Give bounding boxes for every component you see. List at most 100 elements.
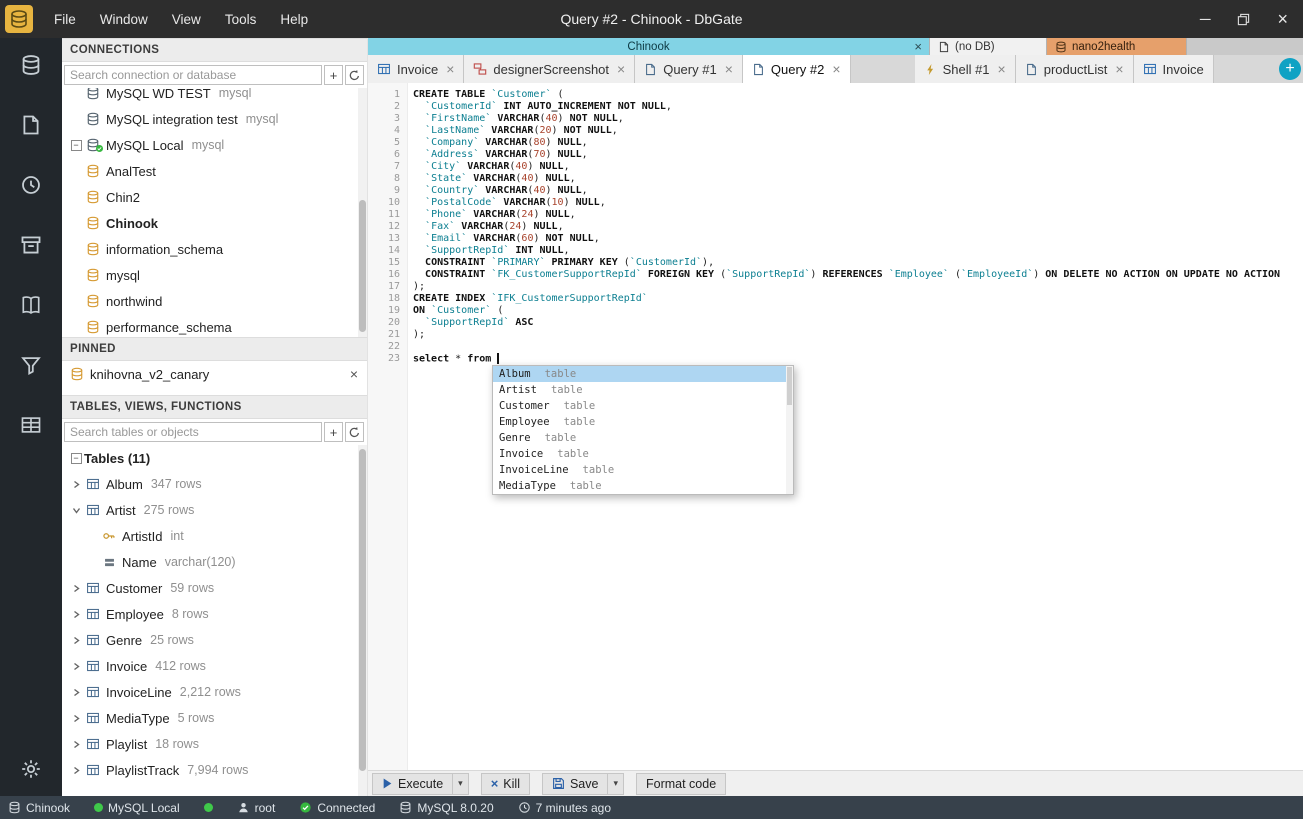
execute-button[interactable]: Execute <box>372 772 454 795</box>
autocomplete-item-invoice[interactable]: Invoice table <box>493 446 786 462</box>
chevron-right-icon[interactable] <box>72 584 81 593</box>
history-icon[interactable] <box>18 172 44 198</box>
tab-productlist[interactable]: productList × <box>1015 55 1134 83</box>
add-table-button[interactable]: + <box>324 422 343 442</box>
connection-northwind[interactable]: northwind <box>62 288 367 314</box>
table-artistid[interactable]: ArtistId int <box>62 523 367 549</box>
format-code-button[interactable]: Format code <box>636 772 727 795</box>
connections-search-input[interactable] <box>64 65 322 85</box>
connection-chinook[interactable]: Chinook <box>62 210 367 236</box>
collapse-icon[interactable]: − <box>70 139 82 151</box>
archive-icon[interactable] <box>18 232 44 258</box>
docs-icon[interactable] <box>18 292 44 318</box>
table-name[interactable]: Name varchar(120) <box>62 549 367 575</box>
tab-query-1[interactable]: Query #1 × <box>635 55 743 83</box>
autocomplete-item-mediatype[interactable]: MediaType table <box>493 478 786 494</box>
tab-designerscreenshot[interactable]: designerScreenshot × <box>464 55 636 83</box>
table-invoice[interactable]: Invoice 412 rows <box>62 653 367 679</box>
refresh-connections-button[interactable] <box>345 65 364 85</box>
close-icon[interactable]: × <box>914 40 922 53</box>
connection-information-schema[interactable]: information_schema <box>62 236 367 262</box>
chevron-right-icon[interactable] <box>72 610 81 619</box>
tab-invoice[interactable]: Invoice × <box>368 55 465 83</box>
kill-button[interactable]: × Kill <box>480 772 530 795</box>
chevron-right-icon[interactable] <box>72 766 81 775</box>
scrollbar-thumb[interactable] <box>359 448 366 772</box>
cells-icon[interactable] <box>18 412 44 438</box>
connections-header[interactable]: CONNECTIONS <box>62 38 367 62</box>
new-tab-button[interactable]: + <box>1279 58 1301 80</box>
autocomplete-item-album[interactable]: Album table <box>493 366 786 382</box>
connections-scrollbar[interactable] <box>358 88 367 337</box>
tab-query-2[interactable]: Query #2 × <box>742 55 851 83</box>
add-connection-button[interactable]: + <box>324 65 343 85</box>
collapse-icon[interactable]: − <box>70 452 82 464</box>
sql-editor[interactable]: 1 2 3 4 5 6 7 8 9 10 11 12 13 14 15 16 17 18 19 20 21 22 23 CR… <box>368 83 1303 770</box>
scrollbar-thumb[interactable] <box>787 367 792 405</box>
table-tables-11[interactable]: − Tables (11) <box>62 445 367 471</box>
menu-view[interactable]: View <box>161 7 212 32</box>
execute-options-button[interactable]: ▾ <box>453 772 469 795</box>
table-invoiceline[interactable]: InvoiceLine 2,212 rows <box>62 679 367 705</box>
menu-tools[interactable]: Tools <box>214 7 268 32</box>
unpin-icon[interactable]: × <box>347 366 361 382</box>
tables-header[interactable]: TABLES, VIEWS, FUNCTIONS <box>62 395 367 419</box>
close-icon[interactable]: × <box>1115 62 1123 76</box>
autocomplete-item-invoiceline[interactable]: InvoiceLine table <box>493 462 786 478</box>
tab-group-no-db[interactable]: (no DB) <box>930 38 1047 55</box>
table-playlisttrack[interactable]: PlaylistTrack 7,994 rows <box>62 757 367 783</box>
table-employee[interactable]: Employee 8 rows <box>62 601 367 627</box>
autocomplete-item-customer[interactable]: Customer table <box>493 398 786 414</box>
minimize-button[interactable]: ─ <box>1200 12 1211 27</box>
autocomplete-item-genre[interactable]: Genre table <box>493 430 786 446</box>
chevron-right-icon[interactable] <box>72 636 81 645</box>
chevron-right-icon[interactable] <box>72 740 81 749</box>
table-mediatype[interactable]: MediaType 5 rows <box>62 705 367 731</box>
scrollbar-thumb[interactable] <box>359 200 366 333</box>
tab-shell-1[interactable]: Shell #1 × <box>914 55 1016 83</box>
autocomplete-item-employee[interactable]: Employee table <box>493 414 786 430</box>
tables-scrollbar[interactable] <box>358 445 367 796</box>
files-icon[interactable] <box>18 112 44 138</box>
tab-invoice[interactable]: Invoice <box>1133 55 1214 83</box>
table-album[interactable]: Album 347 rows <box>62 471 367 497</box>
connection-mysql-local[interactable]: − MySQL Local mysql <box>62 132 367 158</box>
close-icon[interactable]: × <box>446 62 454 76</box>
chevron-right-icon[interactable] <box>72 714 81 723</box>
table-customer[interactable]: Customer 59 rows <box>62 575 367 601</box>
chevron-right-icon[interactable] <box>72 688 81 697</box>
table-artist[interactable]: Artist 275 rows <box>62 497 367 523</box>
table-genre[interactable]: Genre 25 rows <box>62 627 367 653</box>
connection-chin2[interactable]: Chin2 <box>62 184 367 210</box>
refresh-tables-button[interactable] <box>345 422 364 442</box>
save-button[interactable]: Save <box>541 772 609 795</box>
connection-mysql-integration-test[interactable]: MySQL integration test mysql <box>62 106 367 132</box>
connection-performance-schema[interactable]: performance_schema <box>62 314 367 337</box>
autocomplete-scrollbar[interactable] <box>786 366 793 494</box>
filter-icon[interactable] <box>18 352 44 378</box>
tab-group-nano2health[interactable]: nano2health <box>1047 38 1187 55</box>
menu-window[interactable]: Window <box>89 7 159 32</box>
menu-help[interactable]: Help <box>269 7 319 32</box>
chevron-right-icon[interactable] <box>72 662 81 671</box>
menu-file[interactable]: File <box>43 7 87 32</box>
close-icon[interactable]: × <box>998 62 1006 76</box>
database-icon[interactable] <box>18 52 44 78</box>
close-icon[interactable]: × <box>725 62 733 76</box>
close-button[interactable]: × <box>1277 10 1288 28</box>
save-options-button[interactable]: ▾ <box>608 772 624 795</box>
restore-button[interactable] <box>1237 13 1250 26</box>
autocomplete-item-artist[interactable]: Artist table <box>493 382 786 398</box>
connection-mysql-wd-test[interactable]: MySQL WD TEST mysql <box>62 88 367 106</box>
chevron-down-icon[interactable] <box>72 506 81 515</box>
table-playlist[interactable]: Playlist 18 rows <box>62 731 367 757</box>
pinned-header[interactable]: PINNED <box>62 337 367 361</box>
tab-group-chinook[interactable]: Chinook × <box>368 38 930 55</box>
close-icon[interactable]: × <box>617 62 625 76</box>
settings-icon[interactable] <box>18 756 44 782</box>
close-icon[interactable]: × <box>832 62 840 76</box>
connection-analtest[interactable]: AnalTest <box>62 158 367 184</box>
tables-search-input[interactable] <box>64 422 322 442</box>
chevron-right-icon[interactable] <box>72 480 81 489</box>
pinned-knihovna-v2-canary[interactable]: knihovna_v2_canary × <box>62 361 367 387</box>
